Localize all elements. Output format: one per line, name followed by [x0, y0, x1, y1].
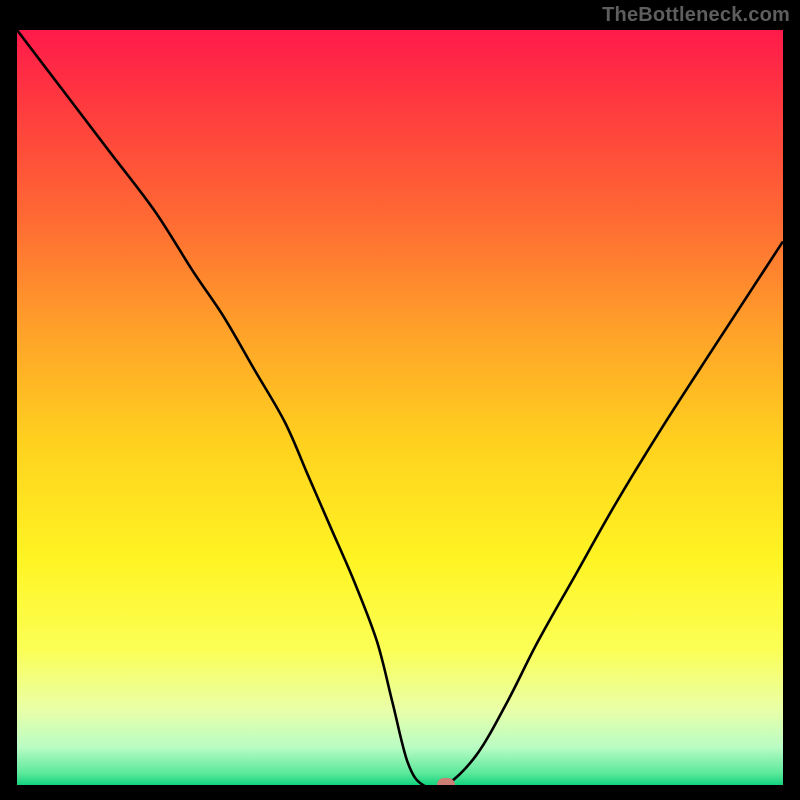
chart-marker-dot: [437, 778, 455, 785]
chart-plot-area: [17, 30, 783, 785]
chart-curve: [17, 30, 783, 785]
chart-frame: [17, 30, 783, 785]
watermark-text: TheBottleneck.com: [602, 4, 790, 27]
